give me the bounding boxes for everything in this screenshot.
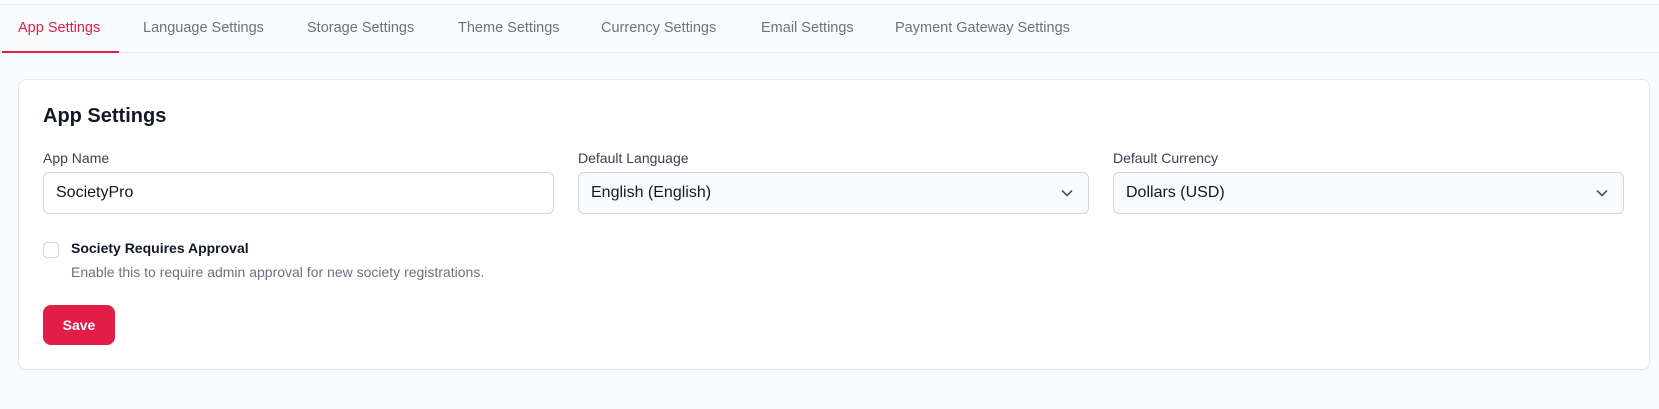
society-approval-checkbox[interactable] — [43, 242, 59, 258]
chevron-down-icon — [1061, 190, 1073, 197]
default-currency-select[interactable]: Dollars (USD) — [1113, 172, 1624, 214]
settings-page: App Settings Language Settings Storage S… — [0, 0, 1659, 409]
app-settings-card: App Settings App Name Default Language D… — [18, 79, 1650, 370]
tab-storage-settings[interactable]: Storage Settings — [307, 5, 414, 53]
default-currency-label: Default Currency — [1113, 150, 1219, 166]
society-approval-help: Enable this to require admin approval fo… — [71, 264, 485, 280]
default-currency-value: Dollars (USD) — [1126, 184, 1225, 201]
card-title: App Settings — [43, 105, 167, 127]
app-name-label: App Name — [43, 150, 110, 166]
chevron-down-icon — [1596, 190, 1608, 197]
default-language-select[interactable]: English (English) — [578, 172, 1089, 214]
app-name-input[interactable]: SocietyPro — [43, 172, 554, 214]
save-button[interactable]: Save — [43, 305, 115, 345]
default-language-label: Default Language — [578, 150, 689, 166]
society-approval-label: Society Requires Approval — [71, 240, 249, 256]
tab-app-settings[interactable]: App Settings — [2, 5, 119, 53]
tab-email-settings[interactable]: Email Settings — [761, 5, 854, 53]
settings-tabs: App Settings Language Settings Storage S… — [0, 5, 1659, 53]
default-language-value: English (English) — [591, 184, 712, 201]
tab-currency-settings[interactable]: Currency Settings — [601, 5, 716, 53]
tab-language-settings[interactable]: Language Settings — [143, 5, 264, 53]
tab-payment-gateway-settings[interactable]: Payment Gateway Settings — [895, 5, 1070, 53]
tab-theme-settings[interactable]: Theme Settings — [458, 5, 560, 53]
